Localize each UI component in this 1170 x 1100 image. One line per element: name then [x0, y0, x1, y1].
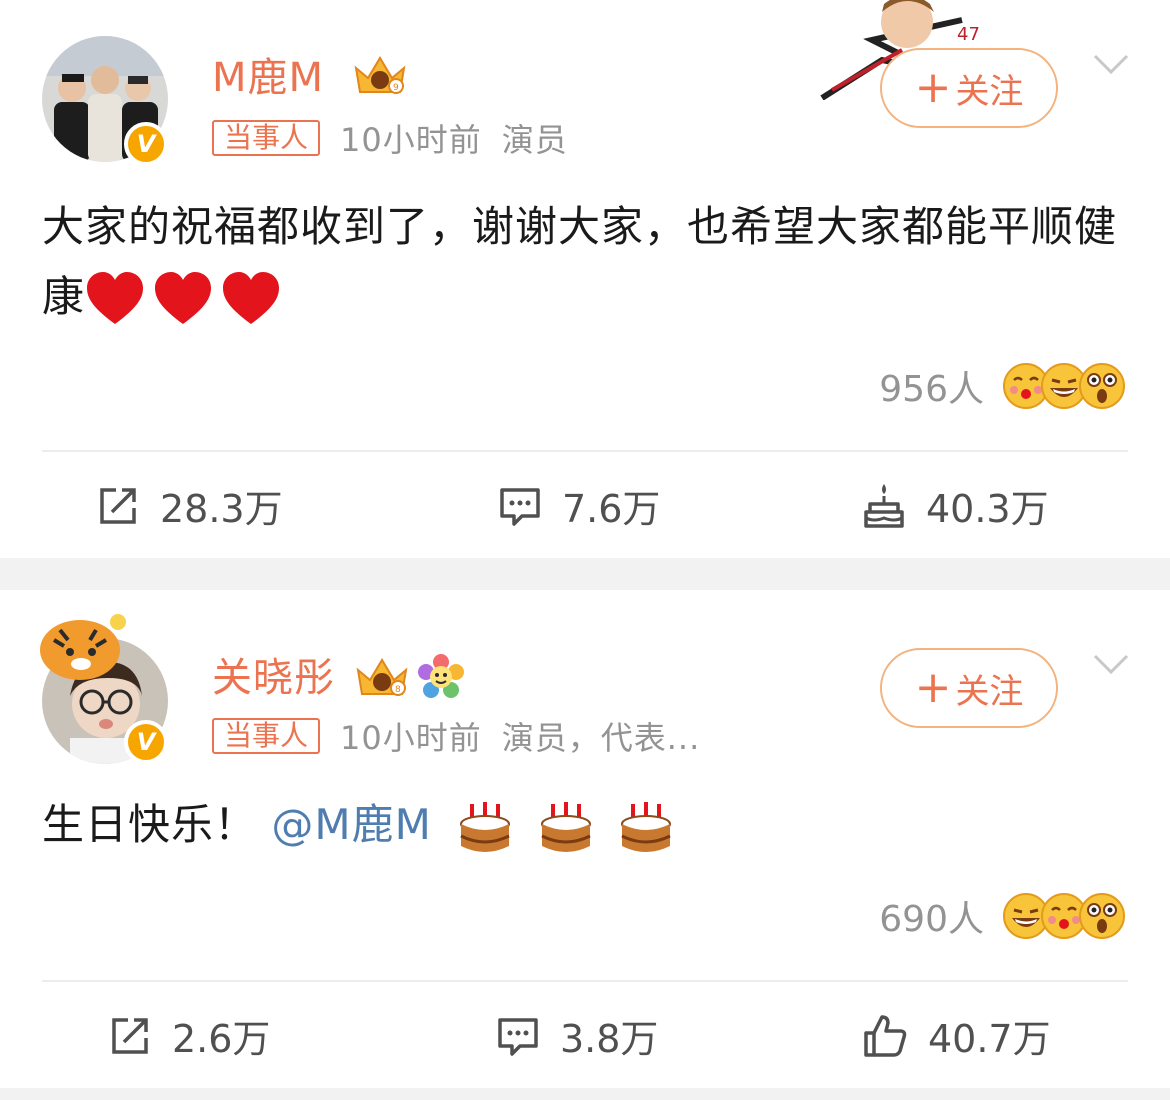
like-count: 40.7万: [928, 1017, 1051, 1061]
post-separator: [0, 1088, 1170, 1100]
post-text: 生日快乐！: [42, 800, 258, 849]
post-content: 生日快乐！ @M鹿M: [42, 790, 1132, 860]
plus-icon: +: [914, 62, 952, 113]
post-time: 10小时前: [340, 121, 482, 159]
post-separator: [0, 558, 1170, 590]
repost-count: 2.6万: [172, 1017, 271, 1061]
reaction-count: 690人: [879, 899, 984, 940]
action-bar: 28.3万 7.6万 40.3万: [0, 452, 1170, 552]
cake-icon: [460, 801, 511, 852]
repost-icon: [112, 1017, 148, 1054]
comment-icon: [500, 487, 540, 526]
birthday-cake-icon: [864, 483, 904, 528]
repost-button[interactable]: 28.3万: [96, 478, 283, 533]
follow-label: 关注: [955, 671, 1024, 712]
follow-button[interactable]: + 关注: [880, 648, 1058, 728]
crown-badge-icon: 9: [354, 56, 406, 94]
verified-badge: V: [124, 122, 168, 166]
like-count: 40.3万: [926, 487, 1049, 531]
tag-label: 当事人: [212, 120, 321, 156]
svg-text:47: 47: [957, 24, 980, 45]
user-role: 演员，代表...: [501, 719, 701, 757]
user-role: 演员: [501, 121, 568, 159]
cake-icon: [620, 801, 671, 852]
weibo-post: V 关晓彤 8 当事人 10小时前 演员，代表... + 关注 生日快乐！ @M…: [0, 590, 1170, 1088]
post-meta: 当事人 10小时前 演员: [212, 118, 568, 159]
svg-text:9: 9: [393, 83, 399, 93]
surprised-face-icon: [1079, 363, 1125, 409]
comment-count: 7.6万: [562, 487, 661, 531]
chevron-down-icon[interactable]: [1092, 652, 1130, 676]
username[interactable]: 关晓彤: [212, 658, 335, 698]
repost-button[interactable]: 2.6万: [108, 1008, 270, 1063]
crown-badge-icon: 8: [356, 658, 408, 696]
chevron-down-icon[interactable]: [1092, 52, 1130, 76]
repost-icon: [100, 487, 136, 524]
heart-icon: [155, 271, 212, 324]
plus-icon: +: [914, 662, 952, 713]
comment-button[interactable]: 3.8万: [496, 1008, 658, 1063]
thumbs-up-icon: [864, 1014, 907, 1057]
tag-label: 当事人: [212, 718, 321, 754]
repost-count: 28.3万: [160, 487, 283, 531]
verified-badge: V: [124, 720, 168, 764]
follow-label: 关注: [955, 71, 1024, 112]
like-button[interactable]: 40.3万: [862, 478, 1049, 533]
heart-icon: [87, 271, 144, 324]
svg-text:8: 8: [395, 685, 401, 695]
reactions-summary[interactable]: 956人: [879, 360, 1126, 412]
mention-link[interactable]: @M鹿M: [271, 800, 431, 849]
reactions-summary[interactable]: 690人: [879, 890, 1126, 942]
follow-button[interactable]: + 关注: [880, 48, 1058, 128]
cake-icon: [540, 801, 591, 852]
surprised-face-icon: [1079, 893, 1125, 939]
reaction-count: 956人: [879, 369, 984, 410]
post-time: 10小时前: [340, 719, 482, 757]
username[interactable]: M鹿M: [212, 58, 324, 98]
comment-button[interactable]: 7.6万: [498, 478, 660, 533]
comment-icon: [498, 1017, 538, 1056]
flower-badge-icon: [418, 654, 464, 698]
tiger-sticker-icon: [40, 614, 126, 680]
weibo-post: 47 V M鹿M 9 当事人 10小时前 演员 + 关注 大家的祝福都收到了，谢…: [0, 0, 1170, 558]
comment-count: 3.8万: [560, 1017, 659, 1061]
heart-icon: [223, 271, 280, 324]
like-button[interactable]: 40.7万: [862, 1008, 1051, 1063]
action-bar: 2.6万 3.8万 40.7万: [0, 982, 1170, 1082]
post-content: 大家的祝福都收到了，谢谢大家，也希望大家都能平顺健康: [42, 192, 1132, 332]
post-meta: 当事人 10小时前 演员，代表...: [212, 716, 701, 757]
